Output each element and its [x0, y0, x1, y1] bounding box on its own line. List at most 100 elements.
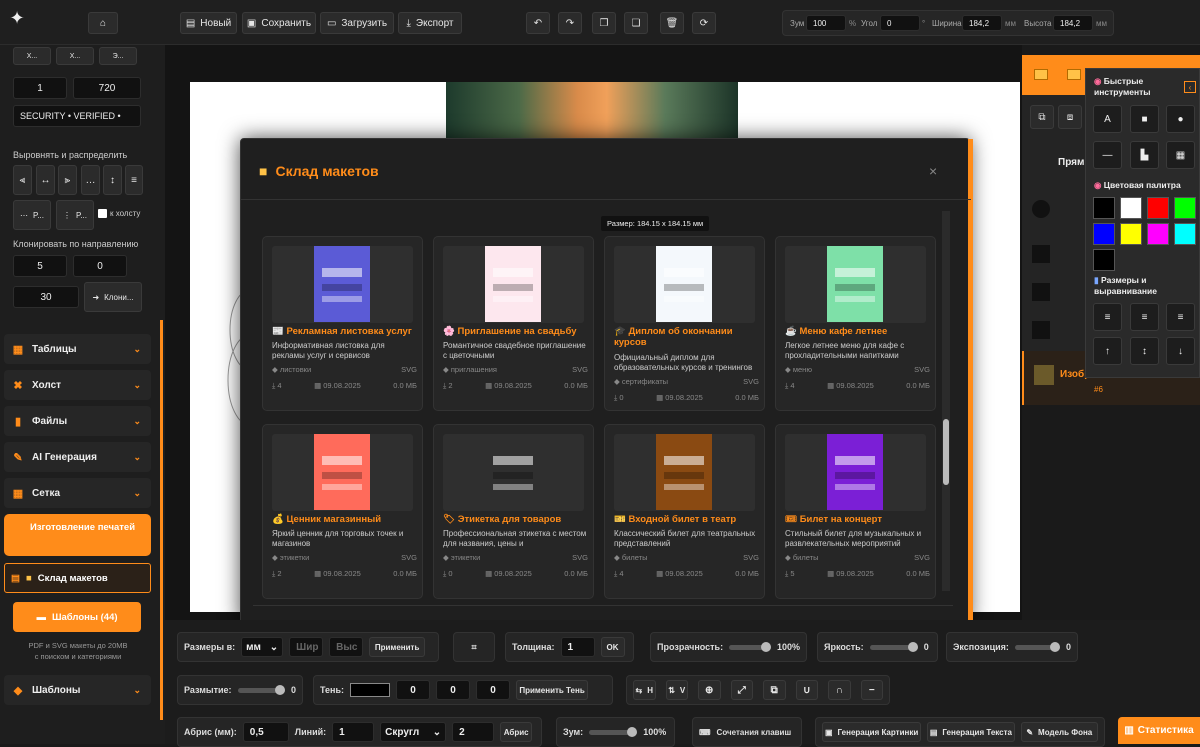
home-button[interactable]: ⌂ — [88, 12, 118, 34]
corner-tool[interactable]: ▙ — [1130, 141, 1159, 169]
templates-button[interactable]: ▬ Шаблоны (44) — [13, 602, 141, 632]
round-select[interactable]: Скругл ⌄ — [380, 722, 447, 742]
align-top-button[interactable]: … — [81, 165, 100, 195]
clone-button[interactable]: ➜ Клони... — [84, 282, 142, 312]
zoom-input[interactable]: 100 — [806, 15, 846, 31]
color-swatch[interactable] — [1147, 223, 1169, 245]
left-scrollbar[interactable] — [160, 320, 163, 720]
center-v-tool[interactable]: ↕ — [1130, 337, 1159, 365]
modal-scrollbar-thumb[interactable] — [943, 419, 949, 485]
gen-text-button[interactable]: ▤ Генерация Текста — [927, 722, 1015, 742]
load-button[interactable]: ▭ Загрузить — [320, 12, 394, 34]
text-input[interactable]: SECURITY • VERIFIED • — [13, 105, 141, 127]
color-swatch[interactable] — [1120, 197, 1142, 219]
left-top-btn-3[interactable]: Э... — [99, 47, 137, 65]
statistics-button[interactable]: ▥ Статистика — [1118, 717, 1200, 744]
thickness-ok-button[interactable]: OK — [600, 637, 625, 657]
brightness-slider[interactable] — [869, 641, 918, 652]
gen-image-button[interactable]: ▣ Генерация Картинки — [822, 722, 922, 742]
exposure-slider[interactable] — [1014, 641, 1061, 652]
align-middle-button[interactable]: ↕ — [103, 165, 122, 195]
clone-count-input[interactable]: 30 — [13, 286, 79, 308]
table-tool[interactable]: ▦ — [1166, 141, 1195, 169]
left-top-btn-2[interactable]: X... — [56, 47, 94, 65]
section-canvas[interactable]: ✖ Холст ⌄ — [4, 370, 151, 400]
delete-button[interactable]: 🗑 — [660, 12, 684, 34]
layer-rect-label[interactable]: Прям — [1058, 157, 1084, 168]
width-input[interactable]: 184,2 — [962, 15, 1002, 31]
color-swatch[interactable] — [1093, 197, 1115, 219]
undo-button[interactable]: ↶ — [526, 12, 550, 34]
layer-action-2[interactable]: ⧈ — [1058, 105, 1082, 129]
redo-button[interactable]: ↷ — [558, 12, 582, 34]
thickness-input[interactable]: 1 — [560, 637, 595, 657]
section-tables[interactable]: ▦ Таблицы ⌄ — [4, 334, 151, 364]
rect-tool[interactable]: ■ — [1130, 105, 1159, 133]
circle-tool[interactable]: ● — [1166, 105, 1195, 133]
canvas-image[interactable] — [446, 82, 738, 138]
layer-thumb[interactable] — [1032, 245, 1050, 263]
move-down-tool[interactable]: ↓ — [1166, 337, 1195, 365]
left-top-btn-1[interactable]: X... — [13, 47, 51, 65]
blur-slider[interactable] — [237, 684, 286, 695]
refresh-button[interactable]: ⟳ — [692, 12, 716, 34]
folder-icon[interactable] — [1067, 69, 1081, 80]
height-field[interactable]: Выс — [329, 637, 364, 657]
modal-scrollbar-track[interactable] — [942, 211, 950, 591]
clone-y-input[interactable]: 0 — [73, 255, 127, 277]
align-center-tool[interactable]: ≡ — [1130, 303, 1159, 331]
width-field[interactable]: Шир — [289, 637, 324, 657]
template-card[interactable]: 📰 Рекламная листовка услуг Информативная … — [262, 236, 423, 411]
color-swatch[interactable] — [1120, 223, 1142, 245]
print-making-button[interactable]: Изготовление печатей — [4, 514, 151, 556]
align-center-h-button[interactable]: ↔ — [36, 165, 55, 195]
union-button[interactable]: ∪ — [795, 680, 818, 700]
height-input[interactable]: 184,2 — [1053, 15, 1093, 31]
save-button[interactable]: ▣ Сохранить — [242, 12, 316, 34]
shortcuts-button[interactable]: ⌨ Сочетания клавиш — [692, 717, 802, 747]
target-button[interactable]: ⊕ — [698, 680, 721, 700]
template-card[interactable]: 🌸 Приглашение на свадьбу Романтичное свад… — [433, 236, 594, 411]
layer-thumb[interactable] — [1032, 200, 1050, 218]
shadow-blur-input[interactable]: 0 — [476, 680, 511, 700]
subtract-button[interactable]: − — [860, 680, 883, 700]
color-swatch[interactable] — [1093, 223, 1115, 245]
layer-action-1[interactable]: ⧉ — [1030, 105, 1054, 129]
section-grid[interactable]: ▦ Сетка ⌄ — [4, 478, 151, 508]
section-ai-generation[interactable]: ✎ AI Генерация ⌄ — [4, 442, 151, 472]
group-button[interactable]: ⧉ — [763, 680, 786, 700]
round-input[interactable]: 2 — [452, 722, 495, 742]
flip-h-button[interactable]: ⇆ H — [633, 680, 656, 700]
align-right-tool[interactable]: ≡ — [1166, 303, 1195, 331]
collapse-button[interactable]: ‹ — [1184, 81, 1196, 93]
apply-size-button[interactable]: Применить — [369, 637, 426, 657]
zoom-slider[interactable] — [589, 726, 638, 737]
modal-close-button[interactable]: × — [929, 163, 937, 179]
align-bottom-button[interactable]: ≡ — [125, 165, 143, 195]
move-up-tool[interactable]: ↑ — [1093, 337, 1122, 365]
shadow-y-input[interactable]: 0 — [436, 680, 471, 700]
opacity-slider[interactable] — [729, 641, 771, 652]
crop-button[interactable]: ⌗ — [453, 632, 495, 662]
text-tool[interactable]: A — [1093, 105, 1122, 133]
template-card[interactable]: 💰 Ценник магазинный Яркий ценник для торг… — [262, 424, 423, 599]
align-right-button[interactable]: ⫸ — [58, 165, 77, 195]
color-swatch[interactable] — [1093, 249, 1115, 271]
fit-button[interactable]: ⤢ — [730, 680, 753, 700]
distribute-v-button[interactable]: ⋮ P... — [56, 200, 94, 230]
align-left-button[interactable]: ⫷ — [13, 165, 32, 195]
color-swatch[interactable] — [1174, 223, 1196, 245]
color-swatch[interactable] — [1147, 197, 1169, 219]
to-canvas-checkbox[interactable] — [98, 209, 107, 218]
folder-icon[interactable] — [1034, 69, 1048, 80]
left-value-1[interactable]: 1 — [13, 77, 67, 99]
export-button[interactable]: ⤓ Экспорт — [398, 12, 462, 34]
shadow-color[interactable] — [350, 683, 391, 697]
section-templates[interactable]: ◆ Шаблоны ⌄ — [4, 675, 151, 705]
distribute-h-button[interactable]: ⋯ P... — [13, 200, 51, 230]
left-value-2[interactable]: 720 — [73, 77, 141, 99]
template-card[interactable]: 🎟 Билет на концерт Стильный билет для муз… — [775, 424, 936, 599]
align-left-tool[interactable]: ≡ — [1093, 303, 1122, 331]
warehouse-item[interactable]: ▤ ■ Склад макетов — [4, 563, 151, 593]
template-card[interactable]: 🎓 Диплом об окончании курсов Официальный … — [604, 236, 765, 411]
